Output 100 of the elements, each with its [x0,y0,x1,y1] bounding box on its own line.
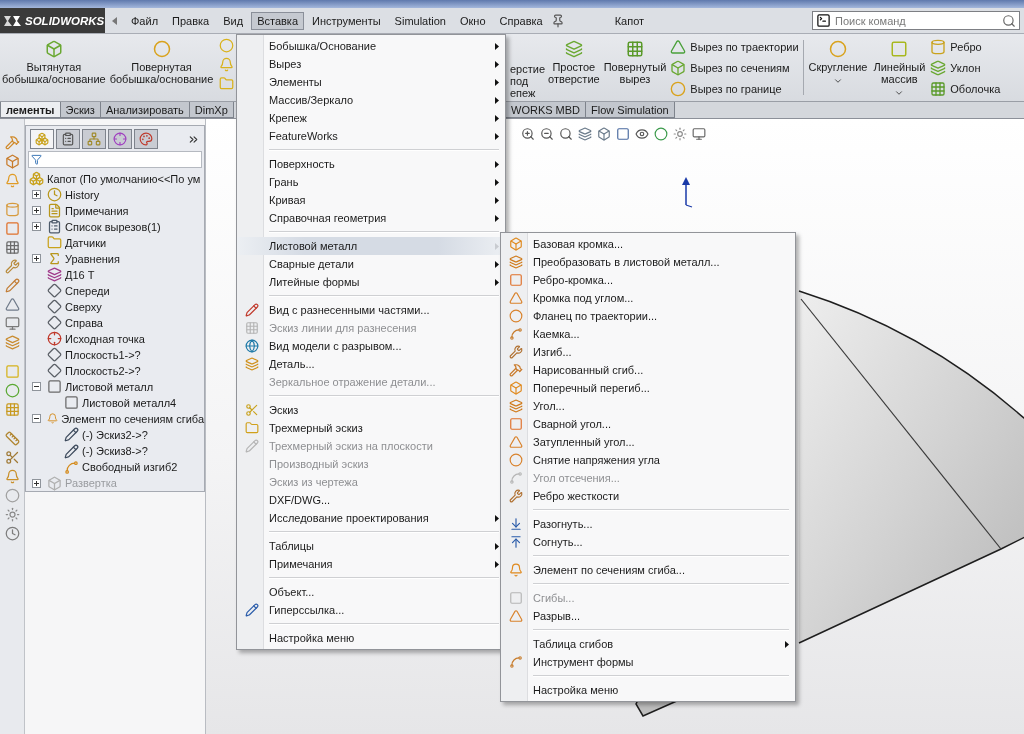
monitor-icon[interactable] [4,316,20,331]
menu-item[interactable]: Кромка под углом... [501,289,795,307]
menu-item[interactable]: Вырез [237,55,505,73]
view-button[interactable] [635,127,649,141]
toolbar-button[interactable]: ерстие под епеж [508,34,546,101]
search-field[interactable]: Поиск команд [835,14,998,27]
view-button[interactable] [559,127,573,141]
menu-bar-item[interactable]: Файл [125,11,165,30]
tree-item[interactable]: Спереди [65,284,110,297]
hammer-icon[interactable] [4,135,20,150]
menu-bar-item[interactable]: Инструменты [306,11,387,30]
menu-item[interactable]: Массив/Зеркало [237,91,505,109]
tree-item[interactable]: Справа [65,316,103,329]
toolbar-button[interactable]: Ребро [930,38,1001,56]
toolbar-button[interactable]: Вытянутая бобышка/основание [0,34,108,101]
tree-item[interactable]: Элемент по сечениям сгиба [61,412,204,425]
square-icon[interactable] [4,221,20,236]
clock-icon[interactable] [4,526,20,541]
tree-item[interactable]: Капот (По умолчанию<<По ум [47,172,201,185]
bell-icon[interactable] [4,173,20,188]
scissors-icon[interactable] [4,450,20,465]
tab[interactable]: Анализировать [99,102,190,118]
menu-item[interactable]: Бобышка/Основание [237,37,505,55]
view-button[interactable] [692,127,706,141]
tree-item[interactable]: Список вырезов(1) [65,220,161,233]
menu-item[interactable]: Изгиб... [501,343,795,361]
grid-icon[interactable] [4,402,20,417]
menu-item[interactable]: Разогнуть... [501,515,795,533]
menu-item[interactable]: Сварной угол... [501,415,795,433]
toolbar-button[interactable]: Линейный массив [870,34,929,101]
tree-item[interactable]: Д16 Т [65,268,95,281]
menu-bar-item[interactable]: Simulation [388,11,452,30]
grid-icon[interactable] [4,240,20,255]
menu-item[interactable]: Справочная геометрия [237,209,505,227]
tree-item[interactable]: Плоскость2->? [65,364,141,377]
tree-item[interactable]: History [65,188,100,201]
toolbar-button[interactable]: Вырез по границе [670,80,799,98]
tree-item[interactable]: Листовой металл4 [82,396,177,409]
toolbar-button[interactable]: Оболочка [930,80,1001,98]
menu-item[interactable]: Преобразовать в листовой металл... [501,253,795,271]
toolbar-button[interactable]: Вырез по траектории [670,38,799,56]
menu-item[interactable]: Ребро жесткости [501,487,795,505]
tab[interactable]: Flow Simulation [585,102,675,118]
triangle-icon[interactable] [4,297,20,312]
menu-item[interactable]: Фланец по траектории... [501,307,795,325]
panel-tab[interactable] [56,129,80,149]
toolbar-button[interactable]: Уклон [930,59,1001,77]
toolbar-button[interactable]: Повернутый вырез [601,34,669,101]
tree-item[interactable]: Свободный изгиб2 [82,461,178,473]
menu-item[interactable]: Разрыв... [501,607,795,625]
ruler-icon[interactable] [4,431,20,446]
menu-bar-item[interactable]: Справка [493,11,549,30]
panel-tab[interactable] [134,129,158,149]
pin-icon[interactable] [550,13,565,28]
expand-icon[interactable] [32,206,41,216]
menu-bar-item[interactable]: Правка [166,11,216,30]
cylinder-icon[interactable] [4,202,20,217]
menu-item[interactable]: Каемка... [501,325,795,343]
expand-icon[interactable] [32,222,41,232]
menu-item[interactable]: Поверхность [237,155,505,173]
filter-field[interactable] [28,151,202,168]
tree-item[interactable]: Листовой металл [65,380,154,393]
tree-item[interactable]: Сверху [65,300,102,313]
panel-tab[interactable] [30,129,54,149]
menu-bar-item[interactable]: Вид [217,11,250,30]
menu-item[interactable]: Элемент по сечениям сгиба... [501,561,795,579]
menu-item[interactable]: Согнуть... [501,533,795,551]
cube-icon[interactable] [4,154,20,169]
menu-item[interactable]: Элементы [237,73,505,91]
menu-item[interactable]: Поперечный перегиб... [501,379,795,397]
menu-item[interactable]: Затупленный угол... [501,433,795,451]
tab[interactable]: лементы [0,102,61,118]
tree-item[interactable]: Плоскость1->? [65,348,141,361]
tree-item[interactable]: Датчики [65,236,107,249]
menu-item[interactable]: Таблица сгибов [501,635,795,653]
search-icon[interactable] [1002,13,1016,28]
toolbar-button[interactable]: Простое отверстие [546,34,602,101]
menu-bar-item[interactable]: Вставка [251,11,304,30]
toolbar-button[interactable]: Скругление [805,34,871,101]
collapse-icon[interactable] [32,382,41,392]
wrench-icon[interactable] [4,259,20,274]
view-button[interactable] [616,127,630,141]
tree-item[interactable]: Примечания [65,204,129,217]
menu-bar-item[interactable]: Окно [453,11,492,30]
tree-item[interactable]: Уравнения [65,252,120,265]
tab[interactable]: DimXp [188,102,234,118]
menu-item[interactable]: Грань [237,173,505,191]
menu-item[interactable]: Снятие напряжения угла [501,451,795,469]
menu-item[interactable]: Инструмент формы [501,653,795,671]
circle-icon[interactable] [4,383,20,398]
menu-item[interactable]: Ребро-кромка... [501,271,795,289]
menu-item[interactable]: FeatureWorks [237,127,505,145]
menu-item[interactable]: Настройка меню [501,681,795,699]
toolbar-button[interactable]: Повернутая бобышка/основание [107,34,216,101]
tab[interactable]: WORKS MBD [505,102,587,118]
sun-icon[interactable] [4,507,20,522]
panel-tab[interactable] [82,129,106,149]
expand-icon[interactable] [32,254,41,264]
view-button[interactable] [654,127,668,141]
expand-icon[interactable] [32,190,41,200]
